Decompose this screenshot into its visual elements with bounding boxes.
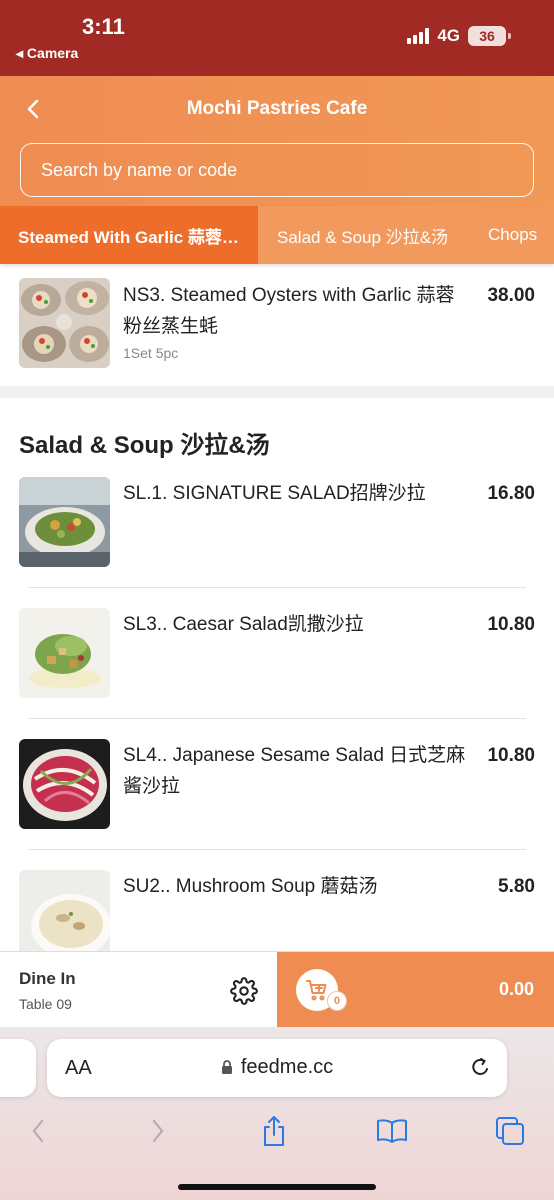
section-gap (0, 386, 554, 398)
menu-item[interactable]: SL3.. Caesar Salad凯撒沙拉 10.80 (0, 607, 554, 707)
reload-icon (472, 1058, 488, 1075)
item-name: SL.1. SIGNATURE SALAD招牌沙拉 (123, 483, 426, 504)
caesar-salad-image (19, 608, 110, 698)
chevron-left-icon (32, 1119, 44, 1143)
divider (28, 587, 526, 588)
item-price: 38.00 (487, 285, 535, 306)
category-tabs: Steamed With Garlic 蒜蓉粉丝蒸 Salad & Soup 沙… (0, 206, 554, 264)
back-to-camera-link[interactable]: ◂ Camera (16, 45, 78, 62)
bookmarks-button[interactable] (374, 1113, 410, 1149)
battery-icon: 36 (468, 26, 511, 46)
table-label: Table 09 (19, 996, 72, 1012)
section-title: Salad & Soup 沙拉&汤 (19, 432, 270, 459)
status-time: 3:11 (82, 14, 125, 39)
cart-button[interactable]: 0 0.00 (277, 952, 554, 1028)
signal-icon (407, 28, 430, 44)
mushroom-soup-image (19, 870, 110, 951)
lock-icon (221, 1060, 232, 1074)
divider (28, 718, 526, 719)
battery-level: 36 (479, 28, 495, 44)
reload-button[interactable] (469, 1056, 491, 1085)
menu-item[interactable]: SU2.. Mushroom Soup 蘑菇汤 5.80 (0, 869, 554, 951)
menu-item[interactable]: NS3. Steamed Oysters with Garlic 蒜蓉粉丝蒸生蚝… (0, 264, 554, 374)
menu-list: NS3. Steamed Oysters with Garlic 蒜蓉粉丝蒸生蚝… (0, 264, 554, 951)
tab-steamed-with-garlic[interactable]: Steamed With Garlic 蒜蓉粉丝蒸 (0, 206, 258, 264)
browser-back-button[interactable] (20, 1113, 56, 1149)
dine-in-panel[interactable]: Dine In Table 09 (0, 952, 277, 1028)
previous-tab-pill[interactable] (0, 1039, 36, 1097)
tabs-icon (496, 1117, 524, 1145)
address-bar[interactable]: AA feedme.cc (47, 1039, 507, 1097)
oysters-image (19, 278, 110, 368)
tab-label: Chops (488, 225, 538, 244)
item-name: NS3. Steamed Oysters with Garlic 蒜蓉粉丝蒸生蚝 (123, 285, 455, 337)
status-bar: 3:11 ◂ Camera 4G 36 (0, 0, 554, 76)
tab-salad-soup[interactable]: Salad & Soup 沙拉&汤 (258, 206, 468, 264)
page-title: Mochi Pastries Cafe (186, 98, 368, 119)
tab-label: Salad & Soup 沙拉&汤 (277, 227, 449, 247)
item-subtext: 1Set 5pc (123, 345, 179, 361)
share-button[interactable] (256, 1113, 292, 1149)
item-name: SU2.. Mushroom Soup 蘑菇汤 (123, 876, 378, 897)
menu-item[interactable]: SL.1. SIGNATURE SALAD招牌沙拉 16.80 (0, 476, 554, 576)
cart-icon (306, 980, 327, 1001)
network-label: 4G (437, 26, 460, 45)
cart-count-badge: 0 (327, 991, 347, 1011)
item-name: SL3.. Caesar Salad凯撒沙拉 (123, 614, 364, 635)
item-price: 10.80 (487, 745, 535, 766)
search-input[interactable] (20, 143, 534, 197)
status-indicators: 4G 36 (407, 26, 511, 46)
item-price: 10.80 (487, 614, 535, 635)
browser-chrome: AA feedme.cc (0, 1027, 554, 1200)
menu-item[interactable]: SL4.. Japanese Sesame Salad 日式芝麻酱沙拉 10.8… (0, 738, 554, 838)
url-display[interactable]: feedme.cc (47, 1056, 507, 1079)
browser-toolbar (0, 1107, 554, 1151)
item-price: 16.80 (487, 483, 535, 504)
settings-button[interactable] (230, 977, 258, 1005)
share-icon (264, 1116, 284, 1146)
book-icon (377, 1119, 407, 1143)
gear-icon (230, 977, 258, 1005)
browser-forward-button[interactable] (140, 1113, 176, 1149)
divider (28, 849, 526, 850)
cart-total: 0.00 (498, 979, 534, 999)
item-price: 5.80 (498, 876, 535, 897)
app-header: Mochi Pastries Cafe (0, 76, 554, 206)
url-text: feedme.cc (240, 1056, 334, 1078)
item-name: SL4.. Japanese Sesame Salad 日式芝麻酱沙拉 (123, 745, 466, 797)
signature-salad-image (19, 477, 110, 567)
tab-chops[interactable]: Chops (468, 206, 547, 264)
order-bar: Dine In Table 09 0 0.00 (0, 951, 554, 1028)
dine-mode-label: Dine In (19, 969, 76, 988)
chevron-right-icon (152, 1119, 164, 1143)
tabs-button[interactable] (492, 1113, 528, 1149)
sesame-salad-image (19, 739, 110, 829)
tab-label: Steamed With Garlic 蒜蓉粉丝蒸 (18, 227, 240, 247)
home-indicator (178, 1184, 376, 1190)
